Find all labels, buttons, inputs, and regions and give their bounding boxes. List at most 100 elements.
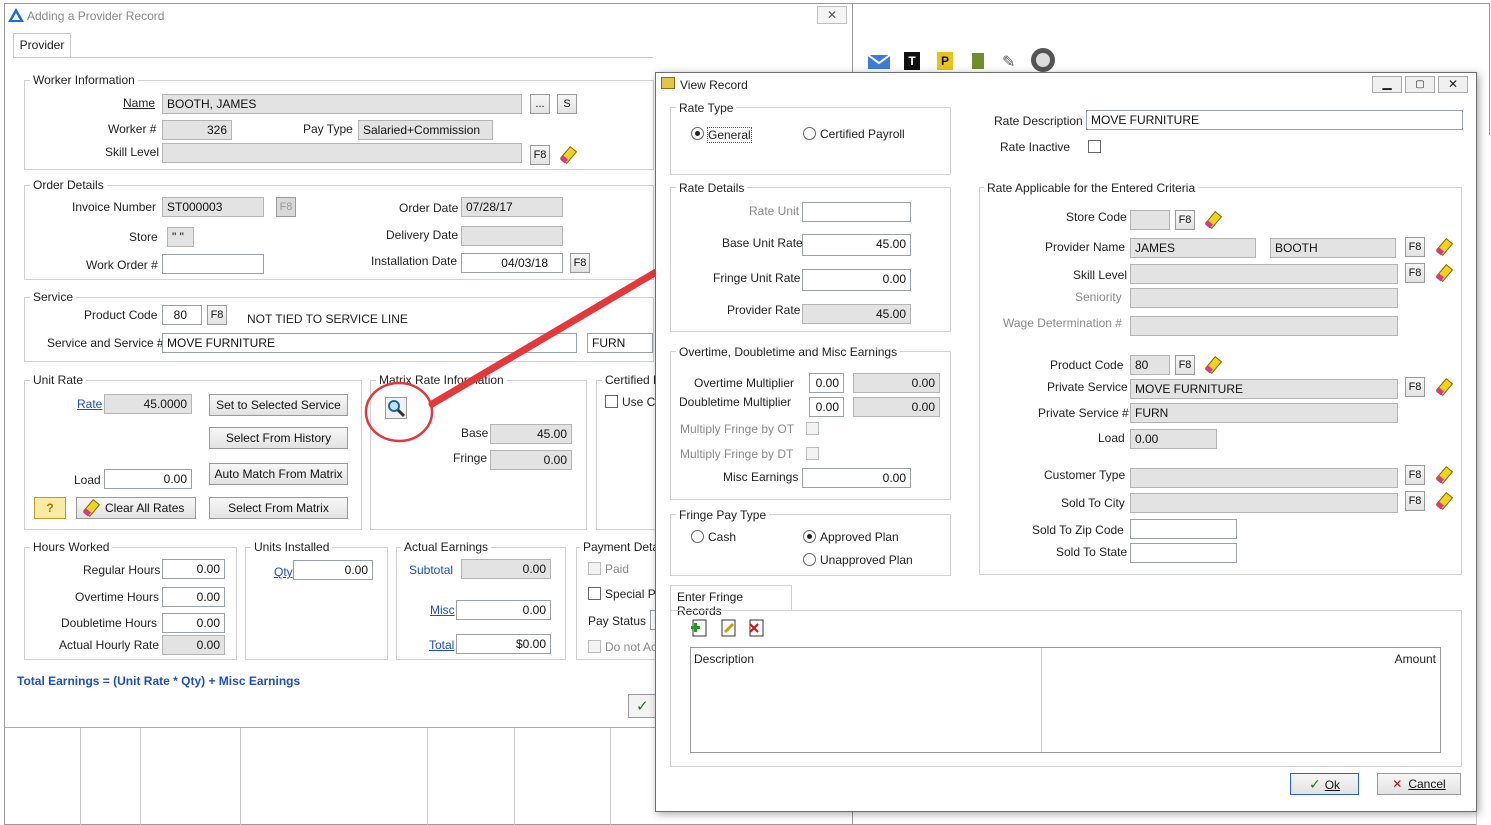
close-icon: ✕	[1447, 77, 1459, 91]
dialog-titlebar: View Record ▁ ▢ ✕	[656, 73, 1476, 95]
multiply-fringe-ot-label: Multiply Fringe by OT	[680, 422, 795, 436]
overtime-title: Overtime, Doubletime and Misc Earnings	[676, 345, 901, 359]
criteria-title: Rate Applicable for the Entered Criteria	[984, 181, 1199, 195]
misc-earnings-label: Misc Earnings	[723, 470, 799, 484]
annotation-arrow	[428, 254, 684, 408]
multiply-fringe-dt-label: Multiply Fringe by DT	[680, 447, 794, 461]
provider-clear-eraser-icon[interactable]	[1434, 237, 1454, 257]
cash-radio[interactable]	[691, 530, 704, 543]
dialog-close-button[interactable]: ✕	[1438, 76, 1468, 93]
cancel-button[interactable]: ✕ Cancel	[1377, 773, 1461, 795]
multiply-fringe-dt-checkbox[interactable]	[806, 447, 819, 460]
certified-payroll-label: Certified Payroll	[820, 127, 905, 141]
misc-earnings-field[interactable]: 0.00	[802, 468, 911, 488]
criteria-skill-clear-eraser-icon[interactable]	[1434, 263, 1454, 283]
criteria-product-f8-button[interactable]: F8	[1175, 355, 1195, 375]
sold-to-city-label: Sold To City	[1061, 496, 1125, 510]
sold-to-state-label: Sold To State	[1056, 545, 1128, 559]
private-service-f8-button[interactable]: F8	[1405, 377, 1425, 397]
customer-f8-button[interactable]: F8	[1405, 465, 1425, 485]
sold-to-state-field[interactable]	[1130, 543, 1237, 563]
general-radio[interactable]	[691, 127, 704, 140]
rate-unit-label: Rate Unit	[749, 204, 800, 218]
table-column-divider	[1041, 648, 1042, 752]
rate-inactive-label: Rate Inactive	[1000, 140, 1071, 154]
edit-record-button[interactable]	[719, 618, 739, 638]
seniority-label: Seniority	[1075, 290, 1122, 304]
private-service-clear-eraser-icon[interactable]	[1434, 377, 1454, 397]
provider-f8-button[interactable]: F8	[1405, 237, 1425, 257]
cancel-x-icon: ✕	[1392, 777, 1403, 791]
fringe-records-table[interactable]: Description Amount	[690, 647, 1441, 753]
wage-determination-field	[1130, 316, 1398, 336]
store-f8-button[interactable]: F8	[1175, 210, 1195, 230]
fringe-unit-rate-label: Fringe Unit Rate	[713, 271, 801, 285]
add-record-button[interactable]	[690, 618, 710, 638]
general-label: General	[707, 127, 752, 143]
unapproved-plan-label: Unapproved Plan	[820, 553, 913, 567]
overtime-multiplier-field[interactable]: 0.00	[809, 373, 844, 393]
criteria-skill-f8-button[interactable]: F8	[1405, 263, 1425, 283]
edit-record-icon	[721, 619, 736, 637]
certified-payroll-radio[interactable]	[803, 127, 816, 140]
rate-inactive-checkbox[interactable]	[1088, 140, 1101, 153]
cancel-label: Cancel	[1408, 777, 1446, 791]
customer-type-label: Customer Type	[1044, 468, 1126, 482]
col-amount-header[interactable]: Amount	[1395, 652, 1436, 666]
delete-record-icon	[749, 619, 764, 637]
criteria-product-code-label: Product Code	[1050, 358, 1124, 372]
dialog-minimize-button[interactable]: ▁	[1372, 76, 1402, 93]
ok-button[interactable]: ✓ Ok	[1290, 773, 1359, 795]
highlight-circle	[364, 381, 434, 443]
doubletime-multiplier-field[interactable]: 0.00	[809, 397, 844, 417]
sold-to-zip-field[interactable]	[1130, 519, 1237, 539]
minimize-icon: ▁	[1382, 76, 1392, 90]
ok-label: Ok	[1324, 778, 1341, 792]
store-code-field[interactable]	[1130, 210, 1170, 230]
col-description-header[interactable]: Description	[694, 652, 754, 666]
criteria-skill-field[interactable]	[1130, 264, 1398, 284]
base-unit-rate-field[interactable]: 45.00	[802, 234, 911, 256]
base-unit-rate-label: Base Unit Rate	[722, 236, 803, 250]
rate-description-label: Rate Description	[994, 114, 1083, 128]
private-service-label: Private Service	[1047, 380, 1128, 394]
store-code-label: Store Code	[1066, 210, 1127, 224]
multiply-fringe-ot-checkbox[interactable]	[806, 422, 819, 435]
rate-unit-field[interactable]	[802, 202, 911, 222]
provider-first-field[interactable]: JAMES	[1130, 238, 1256, 258]
city-f8-button[interactable]: F8	[1405, 491, 1425, 511]
sold-to-city-field[interactable]	[1130, 493, 1398, 513]
seniority-field	[1130, 288, 1398, 308]
store-clear-eraser-icon[interactable]	[1203, 210, 1223, 230]
tab-fringe-records[interactable]: Enter Fringe Records	[670, 585, 792, 618]
rate-type-title: Rate Type	[676, 101, 737, 115]
add-record-icon	[691, 619, 707, 637]
provider-rate-field: 45.00	[802, 304, 911, 324]
provider-last-field[interactable]: BOOTH	[1270, 238, 1396, 258]
fringe-unit-rate-field[interactable]: 0.00	[802, 269, 911, 291]
dialog-maximize-button[interactable]: ▢	[1405, 76, 1435, 93]
provider-name-label: Provider Name	[1045, 240, 1126, 254]
overtime-multiplier-label: Overtime Multiplier	[694, 376, 795, 390]
delete-record-button[interactable]	[747, 618, 767, 638]
rate-description-field[interactable]: MOVE FURNITURE	[1086, 110, 1463, 130]
customer-type-field[interactable]	[1130, 468, 1398, 488]
city-clear-eraser-icon[interactable]	[1434, 491, 1454, 511]
overtime-calc-field: 0.00	[853, 373, 940, 393]
private-service-no-field: FURN	[1130, 403, 1398, 423]
fringe-pay-title: Fringe Pay Type	[676, 508, 770, 522]
criteria-load-label: Load	[1098, 431, 1125, 445]
criteria-product-clear-eraser-icon[interactable]	[1203, 355, 1223, 375]
wage-determination-label: Wage Determination #	[1003, 316, 1122, 330]
provider-rate-label: Provider Rate	[727, 303, 801, 317]
unapproved-plan-radio[interactable]	[803, 553, 816, 566]
cash-label: Cash	[708, 530, 737, 544]
criteria-load-field: 0.00	[1130, 429, 1217, 449]
checkmark-icon: ✓	[1308, 776, 1321, 792]
approved-plan-radio[interactable]	[803, 530, 816, 543]
customer-clear-eraser-icon[interactable]	[1434, 465, 1454, 485]
criteria-product-code-field[interactable]: 80	[1130, 355, 1170, 375]
private-service-field[interactable]: MOVE FURNITURE	[1130, 379, 1398, 399]
sold-to-zip-label: Sold To Zip Code	[1032, 523, 1124, 537]
criteria-skill-label: Skill Level	[1073, 268, 1128, 282]
